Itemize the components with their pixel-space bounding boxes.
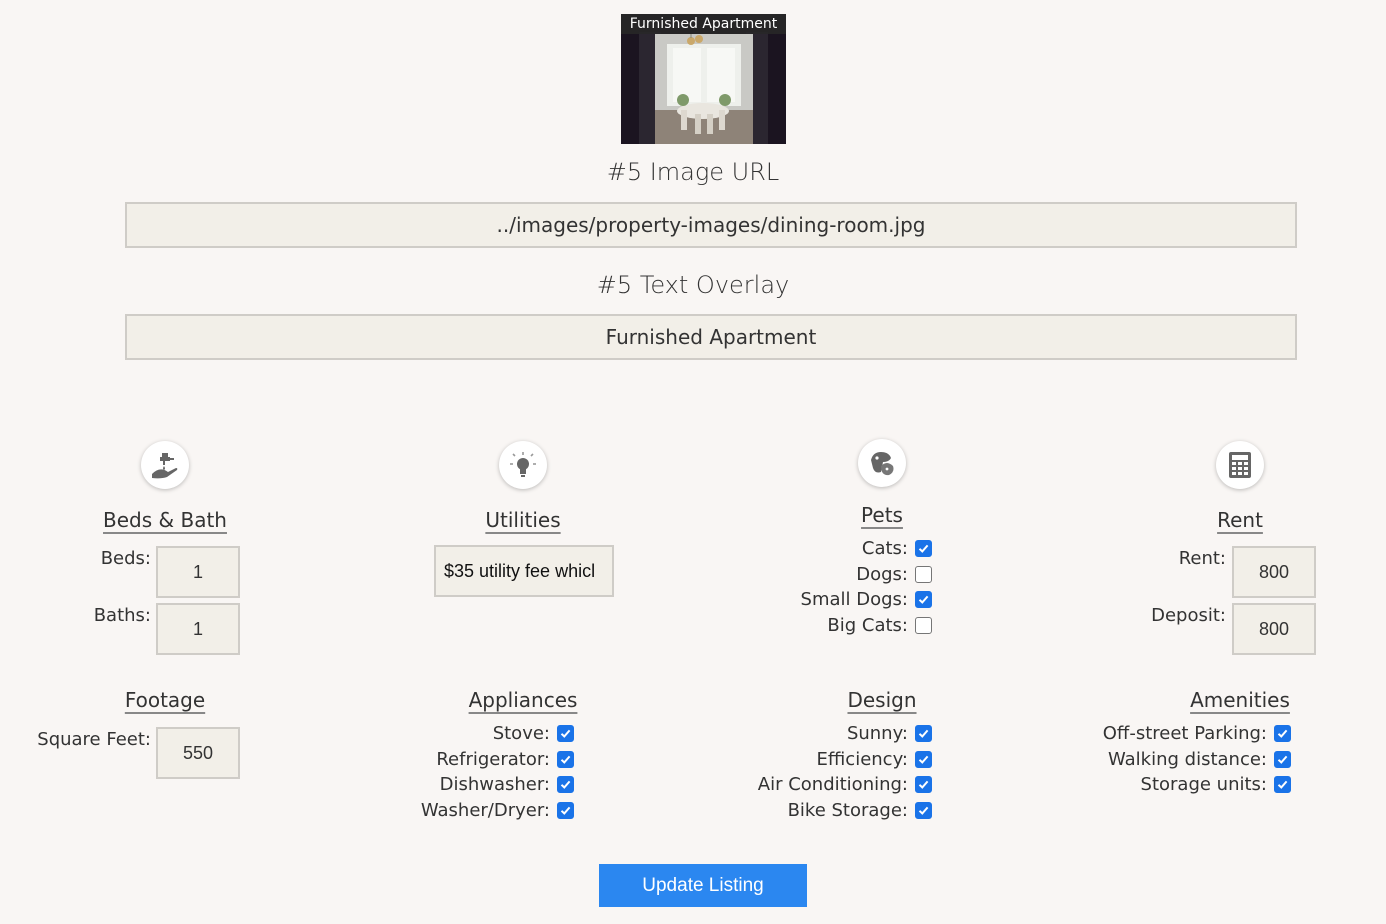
deposit-input[interactable] xyxy=(1232,603,1316,655)
footage-title: Footage xyxy=(124,688,206,712)
amenities-option-label: Walking distance: xyxy=(1108,748,1267,770)
design-option: Efficiency: xyxy=(817,749,939,770)
beds-label: Beds: xyxy=(100,548,151,569)
appliances-option-checkbox[interactable] xyxy=(557,725,574,742)
pets-option-label: Cats: xyxy=(861,538,908,559)
utilities-input[interactable] xyxy=(434,545,614,597)
text-overlay-label: #5 Text Overlay xyxy=(596,271,790,299)
utilities-title: Utilities xyxy=(485,508,561,532)
appliances-title: Appliances xyxy=(468,688,578,712)
amenities-option: Off-street Parking: xyxy=(1103,723,1298,744)
design-option: Bike Storage: xyxy=(788,800,939,821)
appliances-option: Washer/Dryer: xyxy=(421,800,581,821)
pets-option: Cats: xyxy=(862,538,939,559)
design-option-label: Bike Storage: xyxy=(787,799,908,821)
square-feet-input[interactable] xyxy=(156,727,240,779)
deposit-label: Deposit: xyxy=(1151,605,1226,626)
pets-option-checkbox[interactable] xyxy=(915,591,932,608)
calculator-icon xyxy=(1216,441,1264,489)
design-title: Design xyxy=(847,688,917,712)
square-feet-label: Square Feet: xyxy=(37,729,151,750)
appliances-option: Refrigerator: xyxy=(436,749,581,770)
design-option-checkbox[interactable] xyxy=(915,750,932,768)
design-option-label: Sunny: xyxy=(846,723,908,744)
appliances-option-checkbox[interactable] xyxy=(557,801,574,819)
amenities-option-label: Storage units: xyxy=(1140,774,1267,795)
beds-bath-title: Beds & Bath xyxy=(103,508,227,532)
amenities-option-checkbox[interactable] xyxy=(1274,750,1291,768)
pets-option-label: Big Cats: xyxy=(827,614,908,636)
appliances-option-label: Stove: xyxy=(492,723,550,744)
design-option-checkbox[interactable] xyxy=(915,801,932,819)
design-option-checkbox[interactable] xyxy=(915,776,932,793)
appliances-option-label: Refrigerator: xyxy=(436,748,550,770)
appliances-option-checkbox[interactable] xyxy=(557,776,574,793)
preview-overlay-text: Furnished Apartment xyxy=(621,14,786,34)
pets-option-checkbox[interactable] xyxy=(915,565,932,583)
appliances-option-label: Dishwasher: xyxy=(439,774,550,795)
design-option-label: Efficiency: xyxy=(816,748,908,770)
image-url-input[interactable] xyxy=(125,202,1297,248)
design-option-checkbox[interactable] xyxy=(915,725,932,742)
baths-input[interactable] xyxy=(156,603,240,655)
amenities-option: Storage units: xyxy=(1141,774,1298,795)
appliances-option: Stove: xyxy=(493,723,581,744)
pets-option-checkbox[interactable] xyxy=(915,616,932,634)
pets-option: Small Dogs: xyxy=(801,589,939,610)
rent-title: Rent xyxy=(1217,508,1263,532)
pets-option-label: Dogs: xyxy=(856,563,908,585)
amenities-option-checkbox[interactable] xyxy=(1274,776,1291,793)
beds-input[interactable] xyxy=(156,546,240,598)
image-url-label: #5 Image URL xyxy=(606,158,780,186)
faucet-icon xyxy=(141,441,189,489)
design-option-label: Air Conditioning: xyxy=(757,774,908,795)
pets-title: Pets xyxy=(861,503,903,527)
amenities-option-label: Off-street Parking: xyxy=(1102,723,1267,744)
design-option: Air Conditioning: xyxy=(758,774,939,795)
pets-option: Big Cats: xyxy=(827,615,939,636)
appliances-option-checkbox[interactable] xyxy=(557,750,574,768)
lightbulb-icon xyxy=(499,441,547,489)
appliances-option-label: Washer/Dryer: xyxy=(420,799,550,821)
update-listing-button[interactable]: Update Listing xyxy=(599,864,807,907)
paw-icon xyxy=(858,439,906,487)
text-overlay-input[interactable] xyxy=(125,314,1297,360)
rent-input[interactable] xyxy=(1232,546,1316,598)
rent-label: Rent: xyxy=(1178,548,1226,569)
listing-preview-image: Furnished Apartment xyxy=(621,14,786,144)
amenities-option: Walking distance: xyxy=(1108,749,1298,770)
amenities-title: Amenities xyxy=(1190,688,1290,712)
pets-option-checkbox[interactable] xyxy=(915,540,932,557)
pets-option-label: Small Dogs: xyxy=(800,589,908,610)
appliances-option: Dishwasher: xyxy=(440,774,581,795)
design-option: Sunny: xyxy=(847,723,939,744)
amenities-option-checkbox[interactable] xyxy=(1274,725,1291,742)
pets-option: Dogs: xyxy=(856,564,939,585)
baths-label: Baths: xyxy=(93,605,151,626)
